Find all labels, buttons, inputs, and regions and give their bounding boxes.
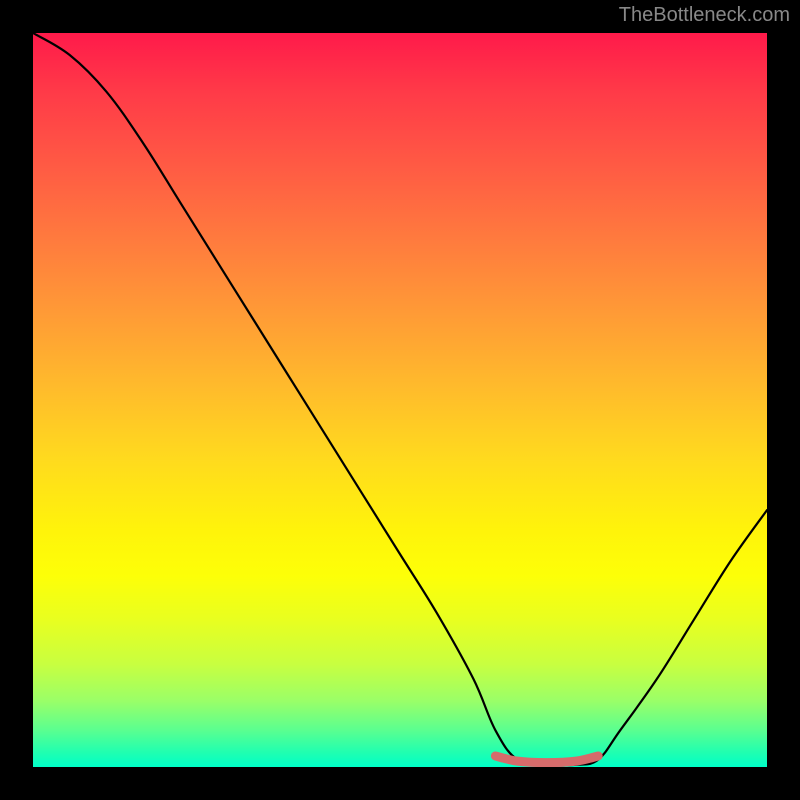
plot-area [33,33,767,767]
attribution-text: TheBottleneck.com [619,4,790,27]
optimal-range-marker-path [495,756,598,763]
bottleneck-curve-path [33,33,767,765]
chart-svg [33,33,767,767]
